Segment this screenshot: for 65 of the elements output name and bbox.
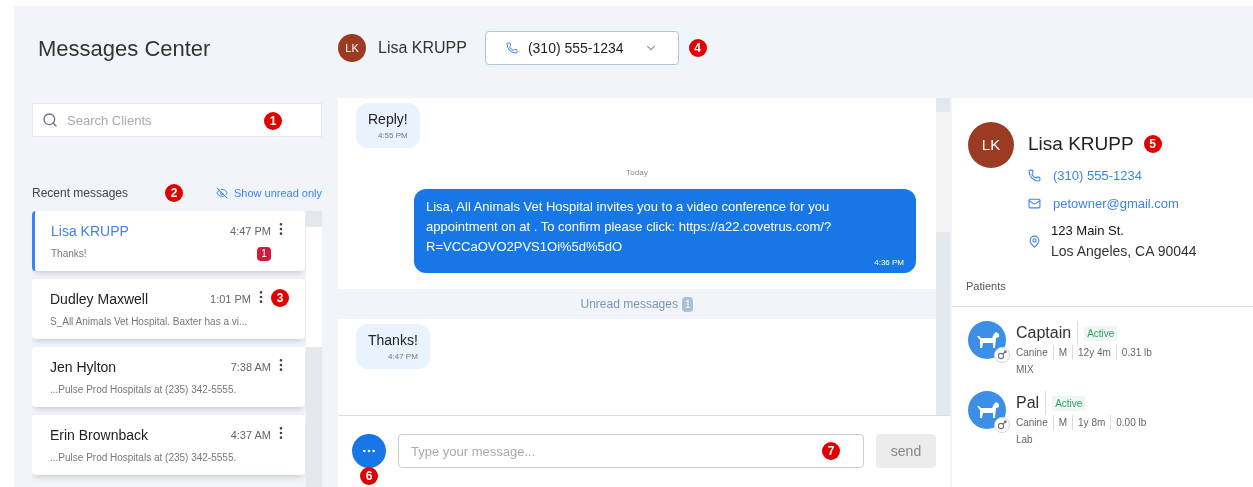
client-name: Lisa KRUPP: [1028, 132, 1134, 156]
patient-detail: 1y 8m: [1072, 415, 1111, 430]
dog-avatar-icon: [968, 391, 1006, 429]
contact-email[interactable]: petowner@gmail.com: [1053, 193, 1179, 213]
message-preview: ...Pulse Prod Hospitals at (235) 342-5555.: [50, 451, 237, 465]
conversation-card[interactable]: Lisa KRUPP 4:47 PM Thanks! 1: [32, 211, 305, 271]
conversation-card[interactable]: Dudley Maxwell 1:01 PM S_All Animals Vet Hospital. Baxter has a vi... 3: [32, 279, 305, 339]
male-icon: [994, 347, 1010, 363]
search-icon: [42, 112, 58, 128]
incoming-message: Thanks! 4:47 PM: [356, 324, 430, 369]
callout-marker: 6: [360, 467, 378, 485]
phone-icon: [1028, 169, 1041, 183]
conversation-card[interactable]: Jen Hylton 7:38 AM ...Pulse Prod Hospitals at (235) 342-5555.: [32, 347, 305, 407]
patient-detail: Canine: [1016, 346, 1049, 360]
client-name: Lisa KRUPP: [378, 38, 467, 58]
status-tag: Active: [1084, 325, 1118, 341]
message-preview: Thanks!: [51, 247, 87, 261]
message-time: 4:47 PM: [230, 224, 271, 240]
section-label: Patients: [952, 277, 1253, 307]
eye-off-icon: [215, 187, 228, 199]
message-time: 7:38 AM: [230, 360, 271, 376]
patient-breed: MIX: [1016, 363, 1035, 377]
patient-detail: 12y 4m: [1072, 345, 1116, 360]
patient-name[interactable]: Captain: [1016, 321, 1079, 345]
patient-detail: Canine: [1016, 416, 1049, 430]
outgoing-message: Lisa, All Animals Vet Hospital invites you to a video conference for you appointment on at . To confirm please click: https://a22.covetrus.com/?R=VCCaOVO2PVS1Oi%5d%5dO 4:36 PM: [414, 189, 916, 273]
client-name: Dudley Maxwell: [50, 290, 149, 309]
patient-detail: 0.00 lb: [1110, 415, 1152, 430]
male-icon: [994, 417, 1010, 433]
message-preview: ...Pulse Prod Hospitals at (235) 342-5555.: [50, 383, 237, 397]
patient-detail: M: [1052, 415, 1073, 430]
conversation-card[interactable]: Erin Brownback 4:37 AM ...Pulse Prod Hospitals at (235) 342-5555.: [32, 415, 305, 475]
location-icon: [1028, 234, 1041, 248]
patient-detail: 0.31 lb: [1115, 345, 1157, 360]
callout-marker: 3: [271, 289, 289, 307]
client-name: Erin Brownback: [50, 426, 149, 445]
client-avatar: LK: [968, 122, 1014, 168]
section-label: Recent messages: [32, 185, 129, 202]
patient-name[interactable]: Pal: [1016, 391, 1047, 415]
status-tag: Active: [1052, 395, 1086, 411]
unread-badge: 1: [257, 246, 271, 261]
phone-icon: [505, 42, 518, 54]
mail-icon: [1028, 196, 1041, 210]
client-name: Lisa KRUPP: [51, 222, 129, 241]
address-line: 123 Main St.: [1051, 222, 1125, 240]
phone-dropdown[interactable]: (310) 555-1234: [484, 31, 679, 65]
callout-marker: 7: [822, 442, 840, 460]
client-name: Jen Hylton: [50, 358, 117, 377]
more-options-button[interactable]: [352, 434, 386, 468]
callout-marker: 5: [1143, 135, 1162, 154]
client-avatar: LK: [338, 34, 366, 62]
page-title: Messages Center: [37, 34, 212, 63]
address-line: Los Angeles, CA 90044: [1051, 241, 1197, 261]
contact-phone[interactable]: (310) 555-1234: [1053, 166, 1142, 186]
callout-marker: 2: [165, 184, 184, 202]
message-time: 4:37 AM: [230, 428, 271, 444]
message-time: 1:01 PM: [210, 292, 251, 308]
dog-avatar-icon: [968, 321, 1006, 359]
show-unread-toggle[interactable]: Show unread only: [215, 184, 322, 202]
date-divider: Today: [626, 167, 648, 179]
incoming-message: Reply! 4:55 PM: [356, 103, 420, 148]
callout-marker: 4: [688, 39, 707, 57]
message-preview: S_All Animals Vet Hospital. Baxter has a vi...: [50, 315, 248, 329]
patient-breed: Lab: [1016, 433, 1034, 447]
patient-detail: M: [1052, 345, 1073, 360]
